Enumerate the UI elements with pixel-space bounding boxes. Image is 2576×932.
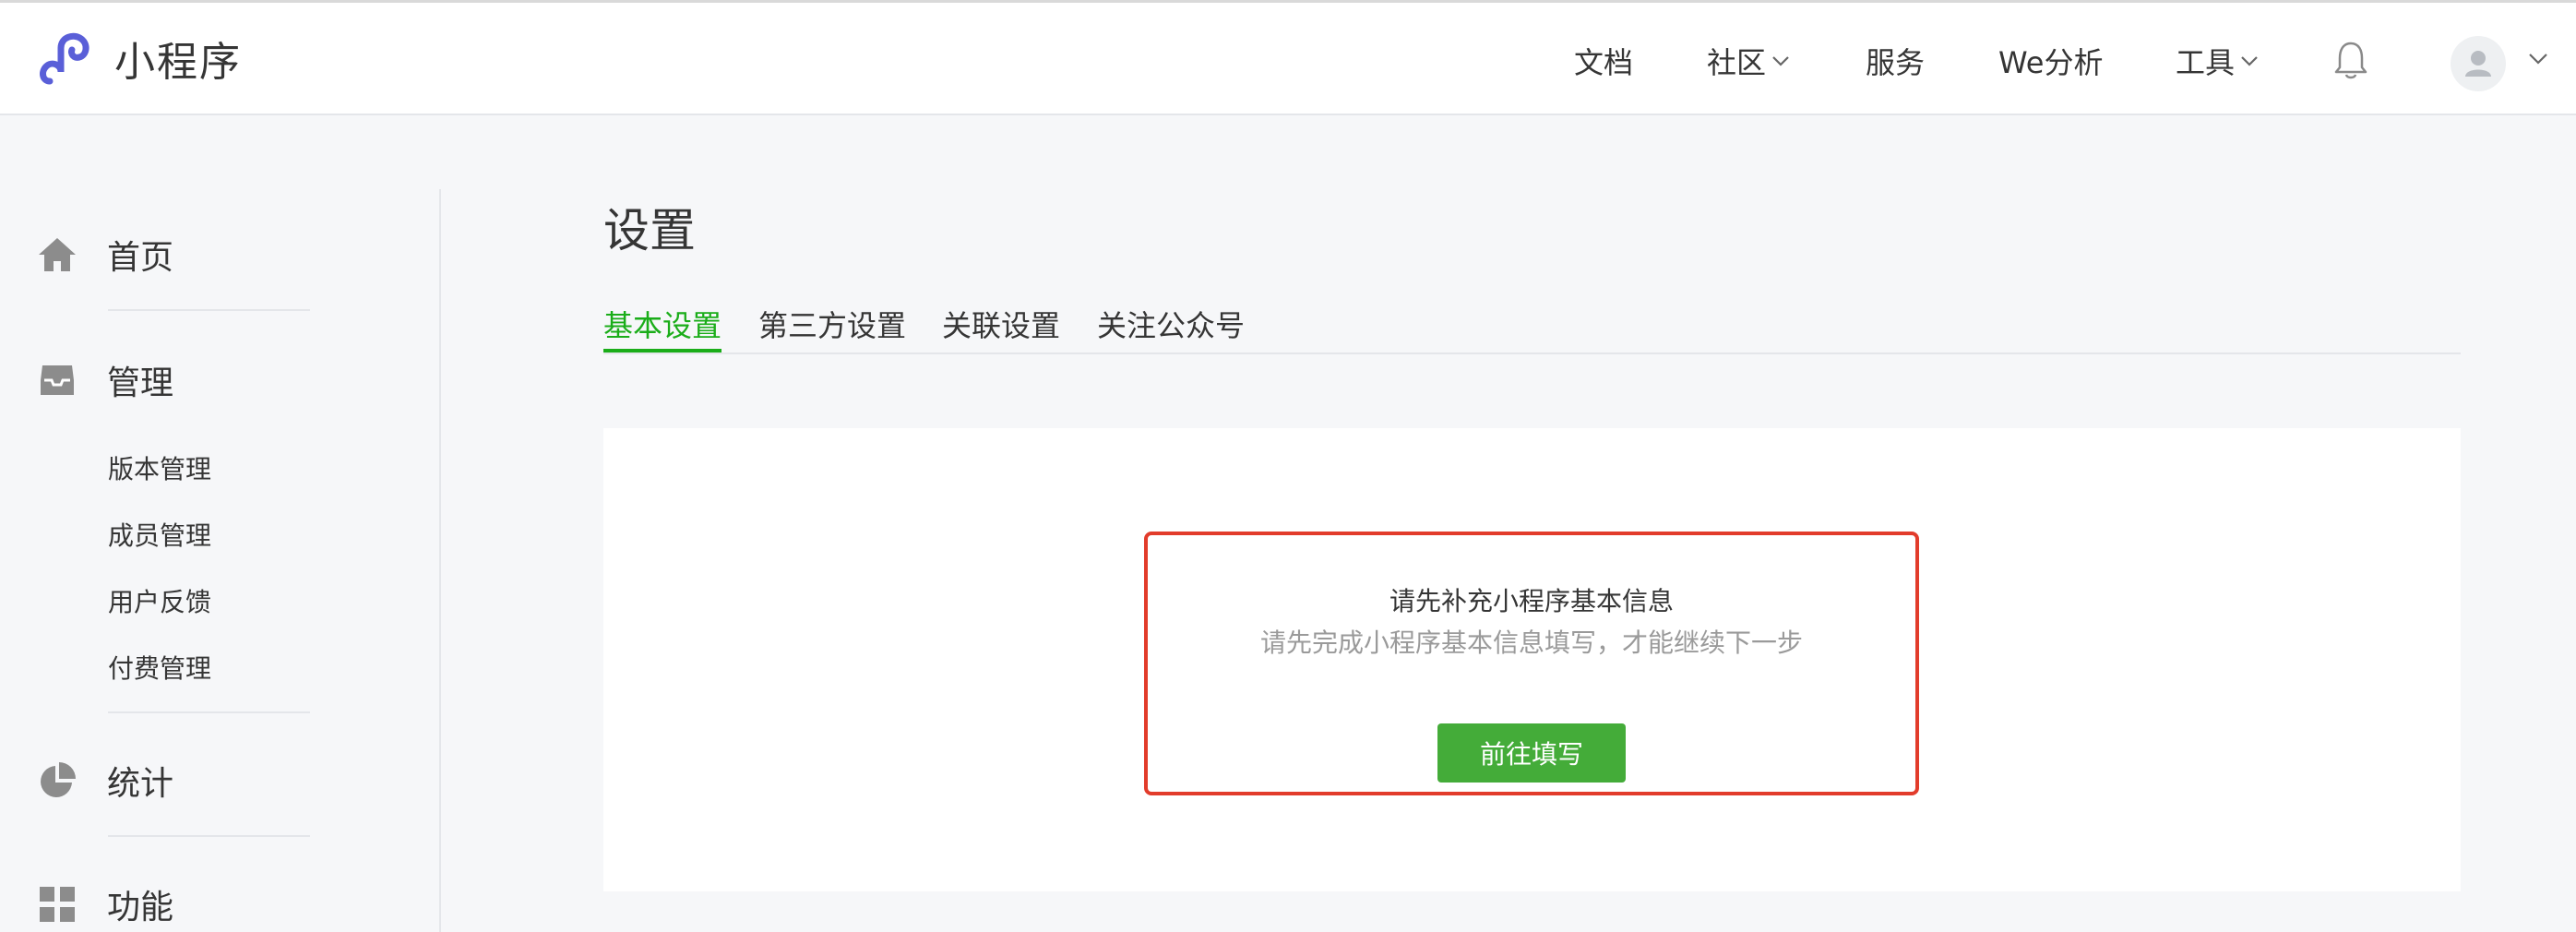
nav-docs[interactable]: 文档 [1574,40,1633,82]
sidebar-border [439,189,441,932]
chevron-down-icon [1772,56,1789,66]
home-icon [37,234,78,275]
sidebar-item-features[interactable]: 功能 [37,880,173,928]
nav-services[interactable]: 服务 [1866,40,1925,82]
sidebar-item-label: 功能 [107,889,174,926]
tab-follow-official-account[interactable]: 关注公众号 [1097,303,1245,345]
tab-basic-settings[interactable]: 基本设置 [603,303,722,345]
chevron-down-icon [2241,56,2258,66]
nav-docs-label: 文档 [1574,45,1634,80]
sidebar-divider [108,835,310,837]
top-header: 小程序 文档 社区 服务 We分析 工具 [0,0,2576,115]
nav-tools[interactable]: 工具 [2176,40,2259,82]
go-fill-in-button[interactable]: 前往填写 [1437,723,1626,783]
nav-community-label: 社区 [1707,45,1767,80]
page-title: 设置 [603,204,696,257]
sidebar-item-label: 首页 [107,239,174,277]
app-logo[interactable]: 小程序 [37,29,242,88]
sidebar-item-manage[interactable]: 管理 [37,356,173,404]
user-avatar-icon [2465,51,2491,77]
info-required-notice: 请先补充小程序基本信息 请先完成小程序基本信息填写，才能继续下一步 前往填写 [1144,532,1919,795]
nav-tools-label: 工具 [2176,45,2236,80]
app-name: 小程序 [114,39,242,86]
nav-we-analytics-label: We分析 [1998,45,2104,80]
sidebar-subitem-payment[interactable]: 付费管理 [108,649,211,686]
sidebar-subitem-feedback[interactable]: 用户反馈 [108,582,211,619]
bell-icon[interactable] [2332,40,2369,80]
sidebar-item-label: 管理 [107,364,174,402]
sidebar-divider [108,309,310,311]
sidebar-subitem-members[interactable]: 成员管理 [108,516,211,553]
tab-third-party-settings[interactable]: 第三方设置 [758,303,906,345]
nav-services-label: 服务 [1866,45,1926,80]
notice-subtitle: 请先完成小程序基本信息填写，才能继续下一步 [1259,627,1803,658]
sidebar-item-label: 统计 [107,765,174,803]
inbox-icon [37,360,78,400]
sidebar-divider [108,711,310,713]
sidebar-subitem-version[interactable]: 版本管理 [108,449,211,486]
account-chevron-down-icon[interactable] [2528,53,2548,66]
tab-linked-settings[interactable]: 关联设置 [942,303,1060,345]
nav-we-analytics[interactable]: We分析 [1998,40,2103,82]
grid-icon [37,884,78,925]
active-tab-indicator [603,349,722,352]
pie-chart-icon [37,760,78,801]
sidebar-item-home[interactable]: 首页 [37,231,173,279]
mini-program-logo-icon [40,32,89,85]
user-avatar[interactable] [2451,36,2506,91]
sidebar-item-stats[interactable]: 统计 [37,757,173,805]
nav-community[interactable]: 社区 [1707,40,1790,82]
settings-tabs: 基本设置 第三方设置 关联设置 关注公众号 [603,297,2461,354]
notice-title: 请先补充小程序基本信息 [1389,586,1674,616]
